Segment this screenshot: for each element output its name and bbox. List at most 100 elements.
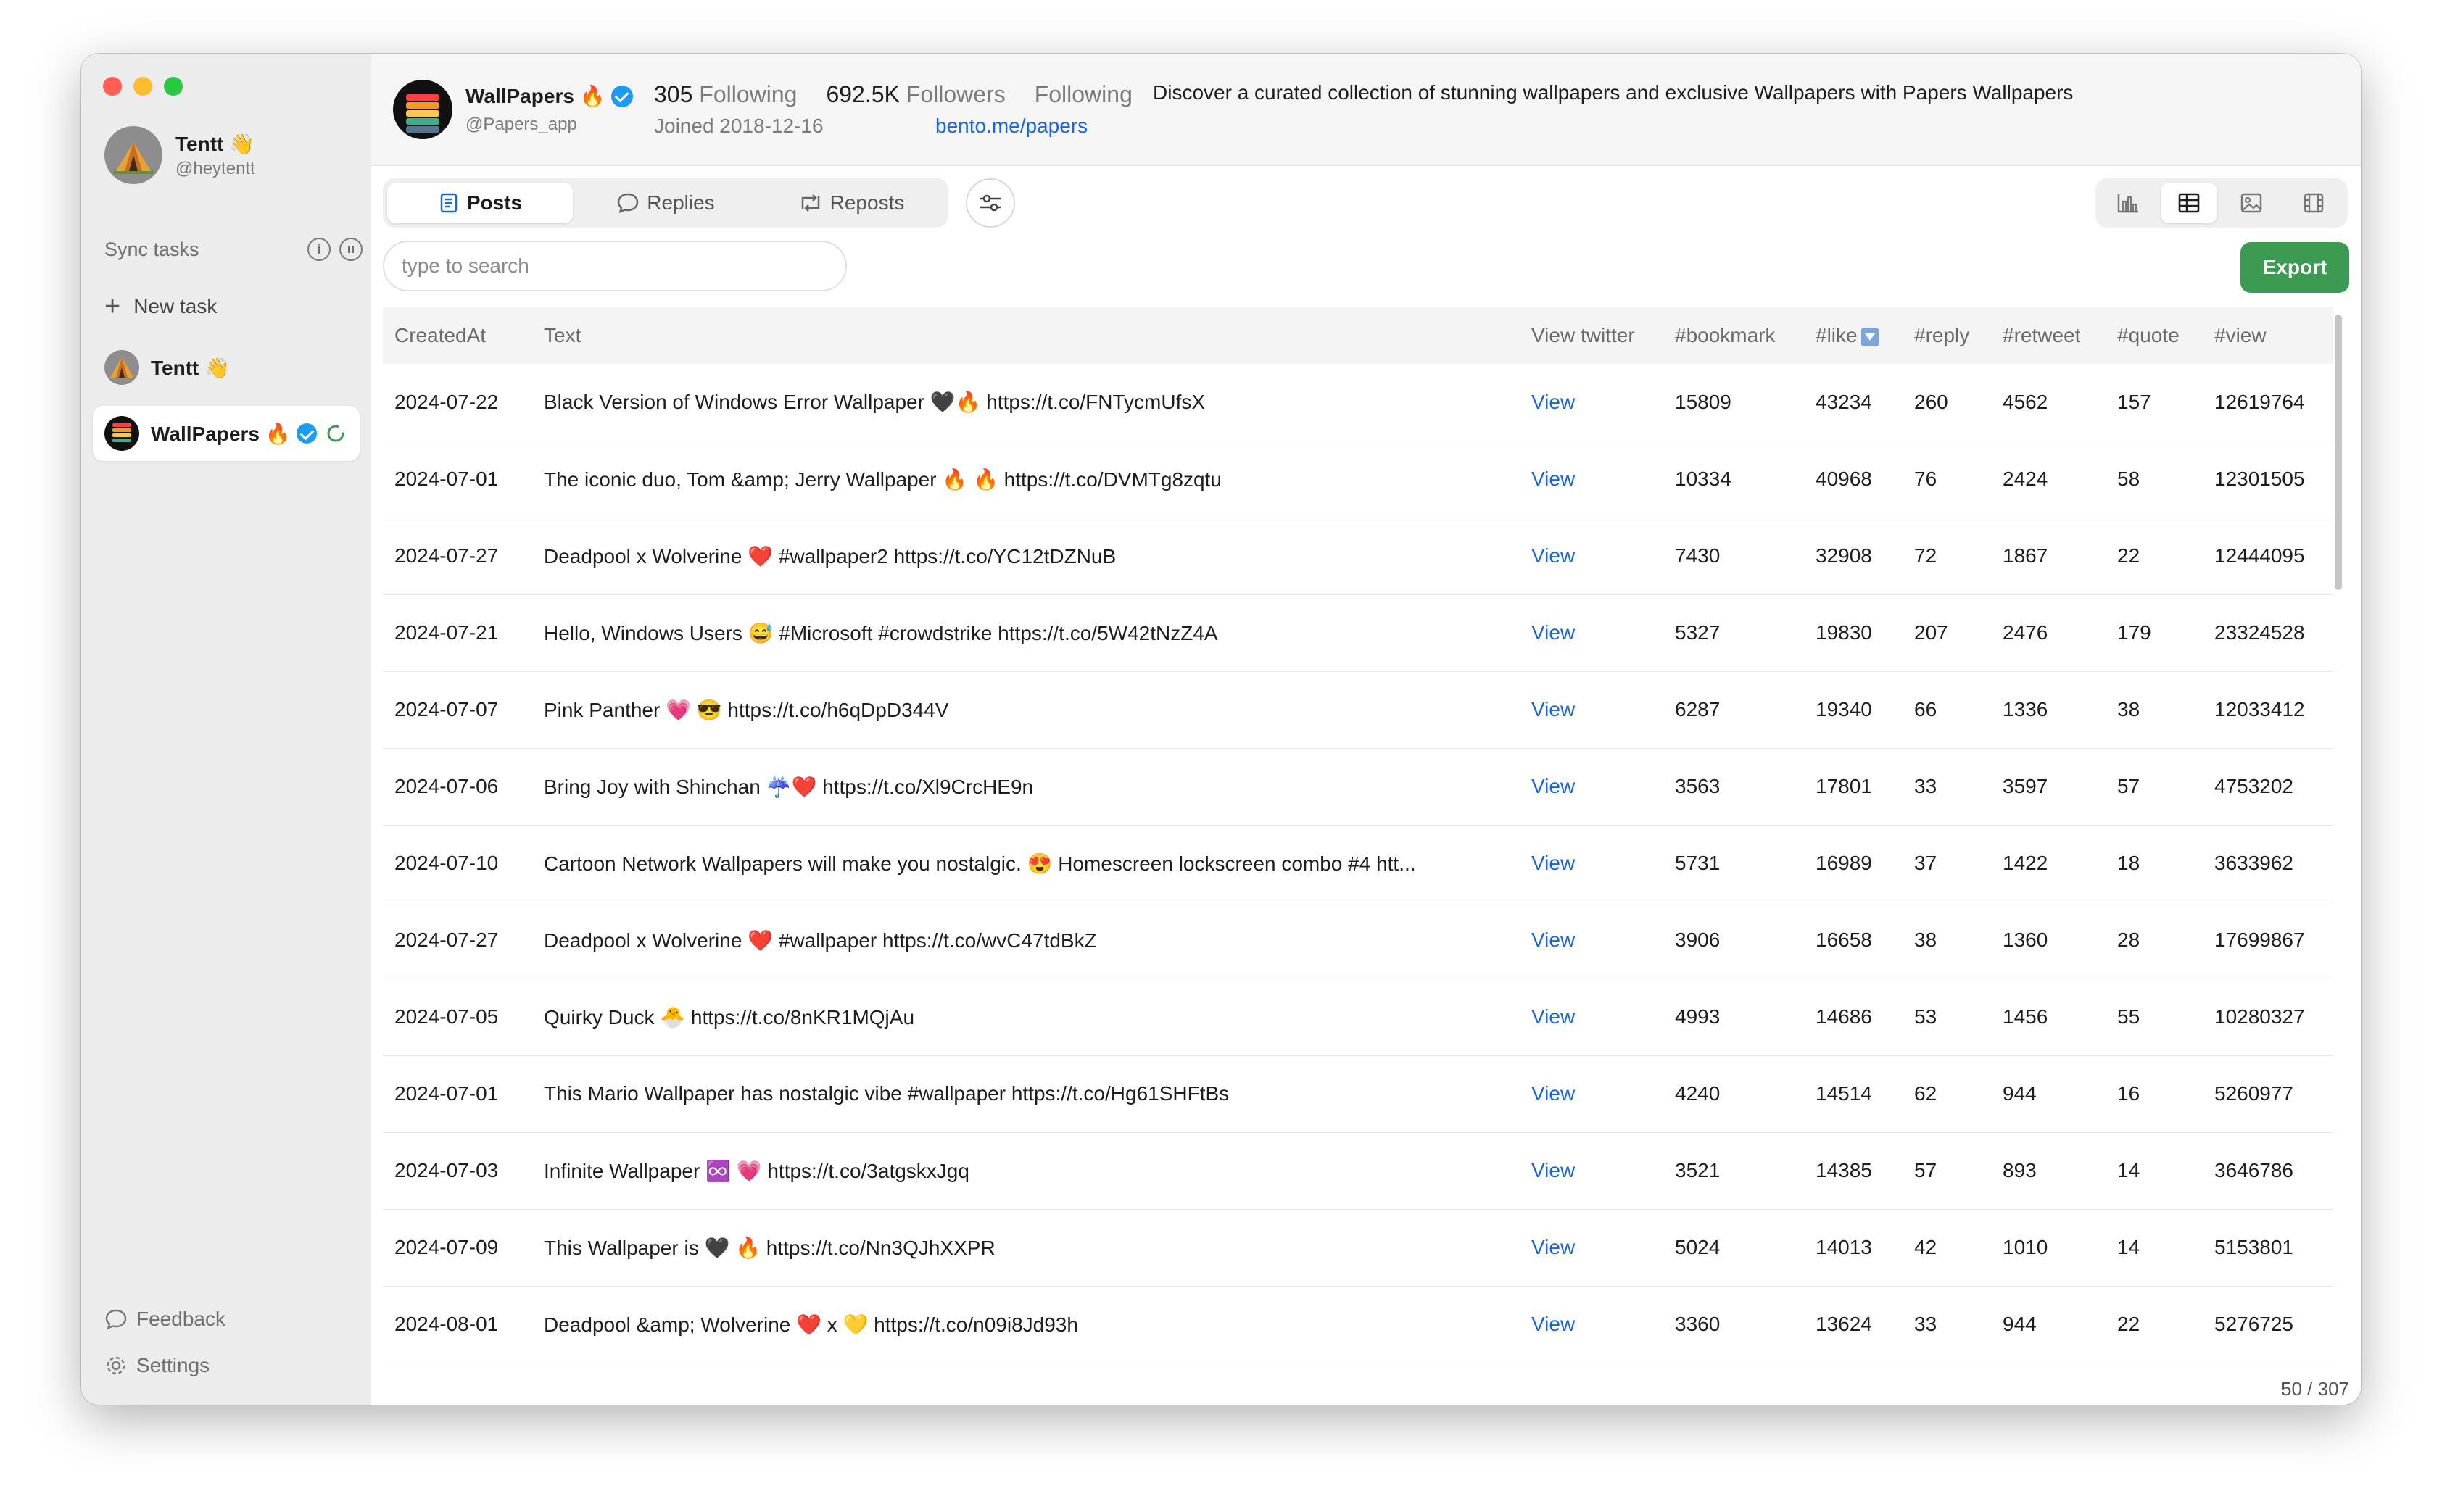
cell-created: 2024-07-03 <box>394 1159 499 1181</box>
cell-view: 10280327 <box>2214 1005 2305 1028</box>
table-row: 2024-07-09 This Wallpaper is 🖤 🔥 https://… <box>383 1209 2333 1286</box>
cell-bookmark: 10334 <box>1675 468 1731 490</box>
cell-quote: 14 <box>2117 1236 2140 1258</box>
user-name: Tentt 👋 <box>175 132 254 155</box>
cell-reply: 42 <box>1914 1236 1937 1258</box>
video-view-button[interactable] <box>2285 183 2342 223</box>
cell-text: This Wallpaper is 🖤 🔥 https://t.co/Nn3QJ… <box>544 1236 996 1259</box>
zoom-window-button[interactable] <box>164 77 183 96</box>
user-profile[interactable]: Tentt 👋 @heytentt <box>104 126 255 184</box>
feedback-button[interactable]: Feedback <box>104 1308 225 1331</box>
close-window-button[interactable] <box>103 77 122 96</box>
sidebar: Tentt 👋 @heytentt Sync tasks i + New tas… <box>81 54 372 1405</box>
image-view-button[interactable] <box>2223 183 2280 223</box>
view-twitter-link[interactable]: View <box>1520 1132 1663 1209</box>
view-twitter-link[interactable]: View <box>1520 441 1663 518</box>
col-header-reply[interactable]: #reply <box>1903 307 1991 364</box>
info-icon[interactable]: i <box>307 238 331 261</box>
cell-like: 14514 <box>1816 1082 1872 1105</box>
view-twitter-link[interactable]: View <box>1520 671 1663 748</box>
col-header-view[interactable]: #view <box>2203 307 2333 364</box>
col-header-view-twitter[interactable]: View twitter <box>1520 307 1663 364</box>
gear-icon <box>107 1356 125 1375</box>
cell-created: 2024-07-07 <box>394 698 499 720</box>
cell-view: 12444095 <box>2214 544 2305 567</box>
cell-text: Deadpool x Wolverine ❤️ #wallpaper https… <box>544 929 1097 952</box>
view-twitter-link[interactable]: View <box>1520 594 1663 671</box>
view-twitter-link[interactable]: View <box>1520 825 1663 902</box>
feedback-label: Feedback <box>136 1308 225 1330</box>
cell-quote: 18 <box>2117 852 2140 874</box>
col-header-bookmark[interactable]: #bookmark <box>1663 307 1804 364</box>
tab-posts[interactable]: Posts <box>387 183 573 223</box>
website-link[interactable]: bento.me/papers <box>935 115 1088 138</box>
cell-created: 2024-07-21 <box>394 621 499 644</box>
cell-reply: 33 <box>1914 1313 1937 1335</box>
cell-retweet: 1010 <box>2003 1236 2048 1258</box>
cell-like: 13624 <box>1816 1313 1872 1335</box>
view-twitter-link[interactable]: View <box>1520 1209 1663 1286</box>
col-header-text[interactable]: Text <box>532 307 1520 364</box>
cell-bookmark: 3563 <box>1675 775 1721 797</box>
main-panel: WallPapers 🔥 @Papers_app 305 Following 6… <box>371 54 2361 1405</box>
filter-button[interactable] <box>966 178 1015 228</box>
scrollbar-thumb[interactable] <box>2335 315 2342 590</box>
cell-view: 12033412 <box>2214 698 2305 720</box>
cell-like: 14013 <box>1816 1236 1872 1258</box>
task-item-wallpapers[interactable]: WallPapers 🔥 <box>93 406 360 461</box>
cell-text: Cartoon Network Wallpapers will make you… <box>544 852 1416 875</box>
cell-created: 2024-07-01 <box>394 468 499 490</box>
app-window: Tentt 👋 @heytentt Sync tasks i + New tas… <box>81 54 2361 1405</box>
document-icon <box>440 193 458 213</box>
export-button[interactable]: Export <box>2240 242 2349 293</box>
view-twitter-link[interactable]: View <box>1520 364 1663 441</box>
plus-icon: + <box>104 291 121 322</box>
view-twitter-link[interactable]: View <box>1520 1286 1663 1363</box>
account-name: WallPapers 🔥 <box>465 85 605 107</box>
view-twitter-link[interactable]: View <box>1520 1055 1663 1132</box>
relationship-status: Following <box>1034 81 1133 107</box>
chart-view-button[interactable] <box>2100 183 2156 223</box>
table-row: 2024-08-01 Deadpool &amp; Wolverine ❤️ x … <box>383 1286 2333 1363</box>
cell-quote: 22 <box>2117 544 2140 567</box>
col-header-like[interactable]: #like <box>1804 307 1903 364</box>
wallpapers-logo-icon <box>393 80 452 139</box>
pause-icon[interactable] <box>339 238 363 261</box>
col-header-quote[interactable]: #quote <box>2106 307 2203 364</box>
cell-retweet: 3597 <box>2003 775 2048 797</box>
cell-created: 2024-07-06 <box>394 775 499 797</box>
settings-button[interactable]: Settings <box>104 1354 210 1377</box>
table-scrollbar[interactable] <box>2333 307 2343 1373</box>
minimize-window-button[interactable] <box>133 77 152 96</box>
cell-created: 2024-07-09 <box>394 1236 499 1258</box>
cell-retweet: 1336 <box>2003 698 2048 720</box>
cell-reply: 57 <box>1914 1159 1937 1181</box>
task-name: WallPapers 🔥 <box>151 422 291 445</box>
cell-like: 17801 <box>1816 775 1872 797</box>
avatar <box>104 126 162 184</box>
new-task-button[interactable]: + New task <box>104 293 217 320</box>
tab-reposts[interactable]: Reposts <box>758 183 944 223</box>
account-bio: Discover a curated collection of stunnin… <box>1153 81 2074 104</box>
view-twitter-link[interactable]: View <box>1520 518 1663 594</box>
table-row: 2024-07-03 Infinite Wallpaper ♾️ 💗 https:… <box>383 1132 2333 1209</box>
col-header-createdat[interactable]: CreatedAt <box>383 307 532 364</box>
table-view-button[interactable] <box>2161 183 2217 223</box>
task-name: Tentt 👋 <box>151 356 230 379</box>
cell-quote: 14 <box>2117 1159 2140 1181</box>
view-twitter-link[interactable]: View <box>1520 748 1663 825</box>
col-header-retweet[interactable]: #retweet <box>1991 307 2106 364</box>
cell-bookmark: 4993 <box>1675 1005 1721 1028</box>
tab-replies[interactable]: Replies <box>573 183 758 223</box>
view-twitter-link[interactable]: View <box>1520 902 1663 979</box>
view-twitter-link[interactable]: View <box>1520 979 1663 1055</box>
sync-tasks-label: Sync tasks <box>104 238 199 260</box>
cell-reply: 72 <box>1914 544 1937 567</box>
cell-view: 17699867 <box>2214 929 2305 951</box>
cell-reply: 260 <box>1914 390 1948 413</box>
cell-created: 2024-07-27 <box>394 544 499 567</box>
cell-retweet: 1360 <box>2003 929 2048 951</box>
task-item-tentt[interactable]: Tentt 👋 <box>93 340 360 395</box>
search-input[interactable] <box>383 241 847 291</box>
table-row: 2024-07-05 Quirky Duck 🐣 https://t.co/8nK… <box>383 979 2333 1055</box>
